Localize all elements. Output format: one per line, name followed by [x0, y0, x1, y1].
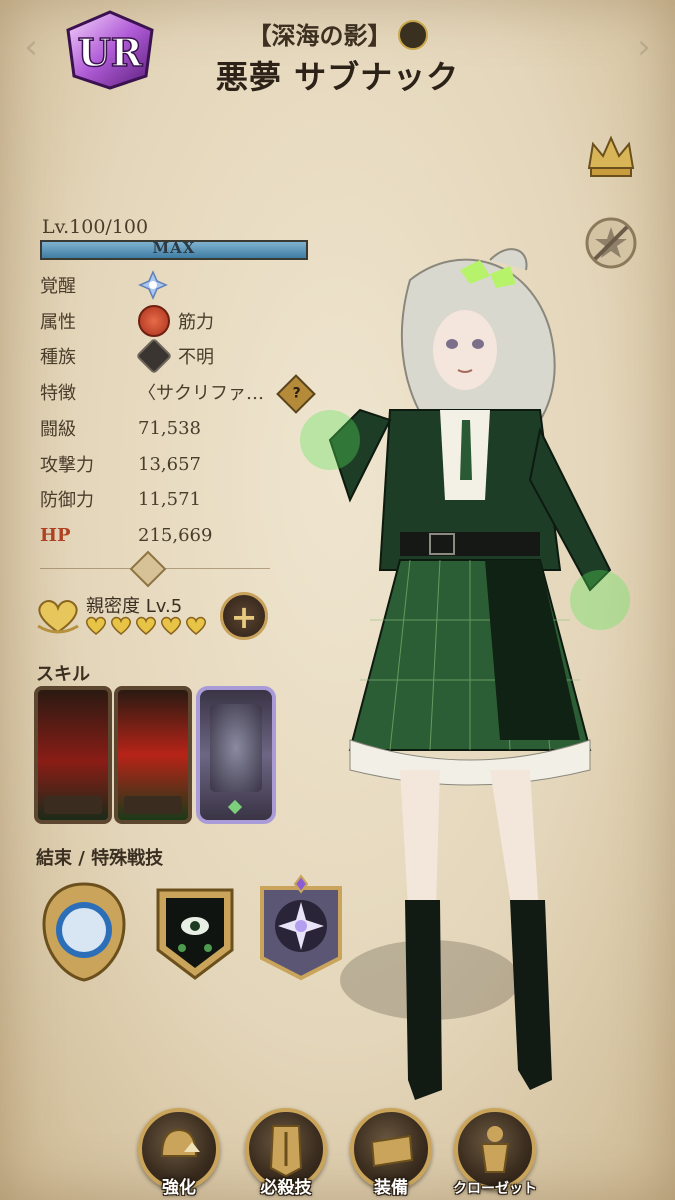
- attack-value: 13,657: [138, 453, 201, 475]
- crown-icon[interactable]: [583, 128, 639, 184]
- stat-trait: 特徴 〈サクリファ…: [40, 377, 264, 407]
- bonds-title: 結束 / 特殊戦技: [36, 848, 164, 869]
- level-bar: MAX: [40, 239, 308, 260]
- stat-attack: 攻撃力 13,657: [40, 449, 201, 479]
- level-label: Lv.100/100: [42, 216, 149, 238]
- stat-hp: HP 215,669: [40, 520, 212, 550]
- heart-icon: [85, 616, 107, 635]
- skill-level-stars: [124, 796, 182, 814]
- stat-label: 特徴: [40, 383, 76, 404]
- stat-attribute: 属性 筋力: [40, 305, 214, 337]
- trait-value: 〈サクリファ…: [138, 383, 264, 404]
- awakening-crystal-icon[interactable]: [138, 270, 168, 300]
- stat-label: 攻撃力: [40, 455, 94, 476]
- nav-label: 必殺技: [260, 1178, 312, 1198]
- nav-label: クローゼット: [453, 1181, 537, 1197]
- skill-card-1[interactable]: [34, 686, 112, 824]
- heart-icon: [135, 616, 157, 635]
- heart-icon: [185, 616, 207, 635]
- strength-paw-icon: [138, 305, 170, 337]
- attribute-value: 筋力: [178, 312, 214, 333]
- affinity-heart-icon: [37, 600, 79, 634]
- unknown-race-icon: [135, 337, 173, 375]
- defense-value: 11,571: [138, 488, 201, 510]
- stat-defense: 防御力 11,571: [40, 484, 201, 514]
- enhance-button[interactable]: 強化: [136, 1108, 222, 1200]
- level-max-text: MAX: [152, 239, 196, 257]
- closet-button[interactable]: クローゼット: [452, 1108, 538, 1200]
- race-value: 不明: [178, 347, 214, 368]
- skill-level-stars: [44, 796, 102, 814]
- skill-card-ultimate[interactable]: [196, 686, 276, 824]
- heart-icon: [110, 616, 132, 635]
- nav-label: 装備: [374, 1178, 408, 1198]
- hp-value: 215,669: [138, 524, 213, 546]
- stat-race: 種族 不明: [40, 337, 214, 375]
- stat-label: 覚醒: [40, 276, 76, 297]
- star-icon: [397, 19, 428, 50]
- character-epithet: 【深海の影】: [0, 16, 675, 53]
- stat-awakening: 覚醒: [40, 270, 168, 300]
- special-skill-eye-icon[interactable]: [152, 880, 238, 984]
- character-illustration: [300, 248, 630, 1100]
- ultimate-portrait: [210, 704, 262, 792]
- special-move-button[interactable]: 必殺技: [243, 1108, 329, 1200]
- character-name: 悪夢 サブナック: [215, 58, 460, 96]
- stat-label: 闘級: [40, 419, 76, 440]
- expand-chevron-icon[interactable]: [129, 550, 167, 588]
- skills-title: スキル: [36, 664, 90, 685]
- stat-label: 属性: [40, 312, 76, 333]
- stat-rank: 闘級 71,538: [40, 413, 201, 443]
- heart-icon: [160, 616, 182, 635]
- stat-label: 防御力: [40, 490, 94, 511]
- bond-emblem-icon[interactable]: [38, 880, 130, 984]
- affinity-plus-button[interactable]: +: [220, 592, 268, 640]
- affinity-hearts: [84, 614, 208, 636]
- stat-label: 種族: [40, 347, 76, 368]
- nav-label: 強化: [162, 1178, 196, 1198]
- gem-icon: [227, 799, 243, 815]
- rank-value: 71,538: [138, 417, 201, 439]
- stat-label: HP: [40, 524, 71, 546]
- equipment-button[interactable]: 装備: [348, 1108, 434, 1200]
- skill-card-2[interactable]: [114, 686, 192, 824]
